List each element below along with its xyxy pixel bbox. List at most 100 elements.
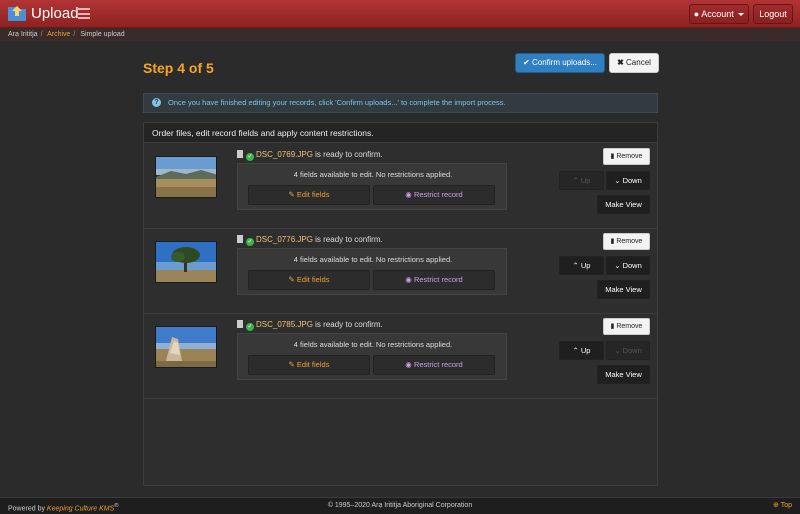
arrow-up-circle-icon: ⊕: [773, 502, 779, 509]
edit-fields-button[interactable]: ✎ Edit fields: [248, 270, 370, 290]
move-up-button[interactable]: ⌃ Up: [559, 341, 604, 360]
hamburger-icon[interactable]: [78, 8, 90, 19]
account-button[interactable]: ● Account: [689, 4, 749, 24]
top-navbar: Upload ● Account Logout: [0, 0, 800, 28]
remove-button[interactable]: ▮ Remove: [603, 233, 650, 250]
edit-fields-button[interactable]: ✎ Edit fields: [248, 355, 370, 375]
remove-label: Remove: [616, 153, 643, 160]
remove-button[interactable]: ▮ Remove: [603, 318, 650, 335]
status-text: is ready to confirm.: [315, 235, 383, 244]
pencil-icon: ✎: [288, 360, 295, 369]
caret-down-icon: [738, 13, 745, 17]
pencil-icon: ✎: [288, 275, 295, 284]
remove-button[interactable]: ▮ Remove: [603, 148, 650, 165]
file-name: DSC_0785.JPG: [256, 320, 313, 329]
cancel-button[interactable]: ✖ Cancel: [609, 53, 659, 73]
chevron-down-icon: ⌄: [614, 346, 621, 355]
chevron-down-icon: ⌄: [614, 261, 621, 270]
restrict-label: Restrict record: [413, 275, 463, 284]
fields-summary: 4 fields available to edit. No restricti…: [293, 255, 453, 264]
info-icon: ?: [152, 98, 161, 107]
record-row: ✓ DSC_0785.JPG is ready to confirm. 4 fie…: [144, 314, 657, 399]
record-edit-box: 4 fields available to edit. No restricti…: [237, 163, 507, 210]
footer: Powered by Keeping Culture KMS® © 1995–2…: [0, 497, 800, 514]
file-status: ✓ DSC_0769.JPG is ready to confirm.: [237, 149, 383, 161]
make-view-button[interactable]: Make View: [597, 280, 650, 299]
cancel-label: Cancel: [626, 58, 651, 67]
move-up-button[interactable]: ⌃ Up: [559, 171, 604, 190]
file-status: ✓ DSC_0776.JPG is ready to confirm.: [237, 234, 383, 246]
up-label: Up: [580, 176, 591, 185]
page-title: Step 4 of 5: [143, 60, 214, 76]
up-label: Up: [580, 346, 591, 355]
records-panel: Order files, edit record fields and appl…: [143, 122, 658, 486]
restrict-label: Restrict record: [413, 190, 463, 199]
panel-title: Order files, edit record fields and appl…: [144, 123, 657, 143]
app-title[interactable]: Upload: [31, 5, 79, 22]
remove-label: Remove: [616, 323, 643, 330]
top-label: Top: [780, 502, 792, 509]
edit-label: Edit fields: [296, 190, 330, 199]
down-label: Down: [622, 261, 642, 270]
restrict-record-button[interactable]: ◉ Restrict record: [373, 355, 495, 375]
breadcrumb-home[interactable]: Arạ Irititja: [8, 31, 38, 38]
move-down-button[interactable]: ⌄ Down: [606, 341, 650, 360]
eye-slash-icon: ◉: [405, 275, 412, 284]
breadcrumb-archive[interactable]: Archive: [47, 31, 70, 38]
make-view-button[interactable]: Make View: [597, 195, 650, 214]
breadcrumb: Arạ Irititja / Archive / Simple upload: [0, 28, 800, 41]
close-icon: ✖: [617, 58, 624, 67]
record-edit-box: 4 fields available to edit. No restricti…: [237, 333, 507, 380]
folder-upload-icon[interactable]: [8, 5, 26, 21]
chevron-up-icon: ⌃: [572, 261, 579, 270]
trash-icon: ▮: [610, 153, 615, 160]
fields-summary: 4 fields available to edit. No restricti…: [293, 340, 453, 349]
down-label: Down: [622, 176, 642, 185]
file-icon: [237, 320, 243, 328]
edit-fields-button[interactable]: ✎ Edit fields: [248, 185, 370, 205]
record-thumbnail[interactable]: [155, 326, 217, 368]
back-to-top-link[interactable]: ⊕ Top: [773, 498, 792, 514]
check-icon: ✔: [523, 58, 530, 67]
file-icon: [237, 150, 243, 158]
move-up-button[interactable]: ⌃ Up: [559, 256, 604, 275]
move-down-button[interactable]: ⌄ Down: [606, 171, 650, 190]
restrict-label: Restrict record: [413, 360, 463, 369]
fields-summary: 4 fields available to edit. No restricti…: [293, 170, 453, 179]
status-text: is ready to confirm.: [315, 320, 383, 329]
breadcrumb-current: Simple upload: [80, 31, 125, 38]
record-row: ✓ DSC_0769.JPG is ready to confirm. 4 fie…: [144, 144, 657, 229]
remove-label: Remove: [616, 238, 643, 245]
file-name: DSC_0769.JPG: [256, 150, 313, 159]
record-thumbnail[interactable]: [155, 241, 217, 283]
user-icon: ●: [693, 9, 700, 19]
file-status: ✓ DSC_0785.JPG is ready to confirm.: [237, 319, 383, 331]
trash-icon: ▮: [610, 323, 615, 330]
copyright: © 1995–2020 Arạ Irititja Aboriginal Corp…: [327, 502, 473, 509]
ok-circle-icon: ✓: [246, 153, 254, 161]
pencil-icon: ✎: [288, 190, 295, 199]
info-alert: ? Once you have finished editing your re…: [143, 93, 658, 113]
edit-label: Edit fields: [296, 275, 330, 284]
eye-slash-icon: ◉: [405, 190, 412, 199]
trash-icon: ▮: [610, 238, 615, 245]
ok-circle-icon: ✓: [246, 323, 254, 331]
file-icon: [237, 235, 243, 243]
restrict-record-button[interactable]: ◉ Restrict record: [373, 185, 495, 205]
record-thumbnail[interactable]: [155, 156, 217, 198]
ok-circle-icon: ✓: [246, 238, 254, 246]
file-name: DSC_0776.JPG: [256, 235, 313, 244]
chevron-up-icon: ⌃: [572, 176, 579, 185]
logout-button[interactable]: Logout: [753, 4, 793, 24]
move-down-button[interactable]: ⌄ Down: [606, 256, 650, 275]
edit-label: Edit fields: [296, 360, 330, 369]
confirm-uploads-button[interactable]: ✔ Confirm uploads...: [515, 53, 605, 73]
chevron-up-icon: ⌃: [572, 346, 579, 355]
record-edit-box: 4 fields available to edit. No restricti…: [237, 248, 507, 295]
restrict-record-button[interactable]: ◉ Restrict record: [373, 270, 495, 290]
info-text: Once you have finished editing your reco…: [168, 98, 506, 107]
make-view-button[interactable]: Make View: [597, 365, 650, 384]
account-label: Account: [701, 9, 734, 19]
eye-slash-icon: ◉: [405, 360, 412, 369]
up-label: Up: [580, 261, 591, 270]
